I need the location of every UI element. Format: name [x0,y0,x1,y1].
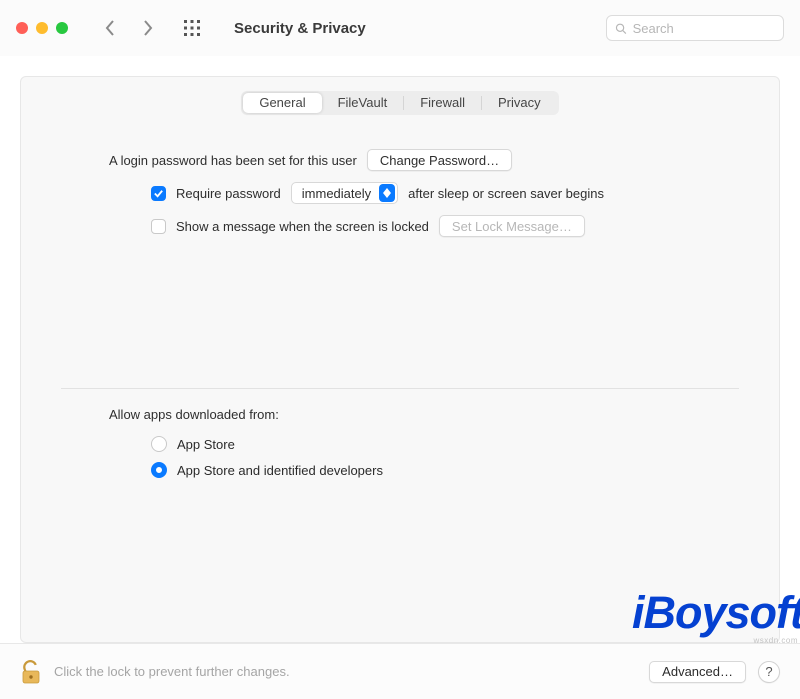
tab-bar: General FileVault Firewall Privacy [241,91,558,115]
radio-app-store-label: App Store [177,437,235,452]
checkmark-icon [153,188,164,199]
content-panel: General FileVault Firewall Privacy A log… [20,76,780,643]
require-password-checkbox[interactable] [151,186,166,201]
chevron-right-icon [142,20,154,36]
require-password-delay-popup[interactable]: immediately [291,182,398,204]
watermark-site: wsxdn.com [753,636,798,645]
change-password-button[interactable]: Change Password… [367,149,512,171]
toolbar: Security & Privacy [0,0,800,56]
window-controls [16,22,68,34]
footer: Click the lock to prevent further change… [0,643,800,699]
radio-identified-developers-label: App Store and identified developers [177,463,383,478]
radio-app-store[interactable] [151,436,167,452]
back-button[interactable] [96,14,124,42]
forward-button[interactable] [134,14,162,42]
search-input[interactable] [633,21,775,36]
minimize-window-button[interactable] [36,22,48,34]
tab-privacy[interactable]: Privacy [482,93,557,113]
tab-filevault[interactable]: FileVault [322,93,404,113]
search-field[interactable] [606,15,784,41]
close-window-button[interactable] [16,22,28,34]
lock-icon[interactable] [20,659,42,685]
help-button[interactable]: ? [758,661,780,683]
search-icon [615,22,627,35]
grid-icon [184,20,200,36]
chevron-left-icon [104,20,116,36]
delay-value: immediately [302,186,371,201]
fullscreen-window-button[interactable] [56,22,68,34]
advanced-button[interactable]: Advanced… [649,661,746,683]
radio-identified-developers[interactable] [151,462,167,478]
show-message-checkbox[interactable] [151,219,166,234]
require-password-label: Require password [176,186,281,201]
tab-general[interactable]: General [243,93,321,113]
after-sleep-label: after sleep or screen saver begins [408,186,604,201]
popup-arrows-icon [379,184,395,202]
lock-hint-text: Click the lock to prevent further change… [54,664,637,679]
password-set-label: A login password has been set for this u… [109,153,357,168]
show-all-button[interactable] [178,14,206,42]
window-title: Security & Privacy [234,20,366,37]
allow-apps-title: Allow apps downloaded from: [109,407,733,422]
tab-firewall[interactable]: Firewall [404,93,481,113]
set-lock-message-button[interactable]: Set Lock Message… [439,215,585,237]
watermark-logo: iBoysoft [632,590,800,635]
show-message-label: Show a message when the screen is locked [176,219,429,234]
